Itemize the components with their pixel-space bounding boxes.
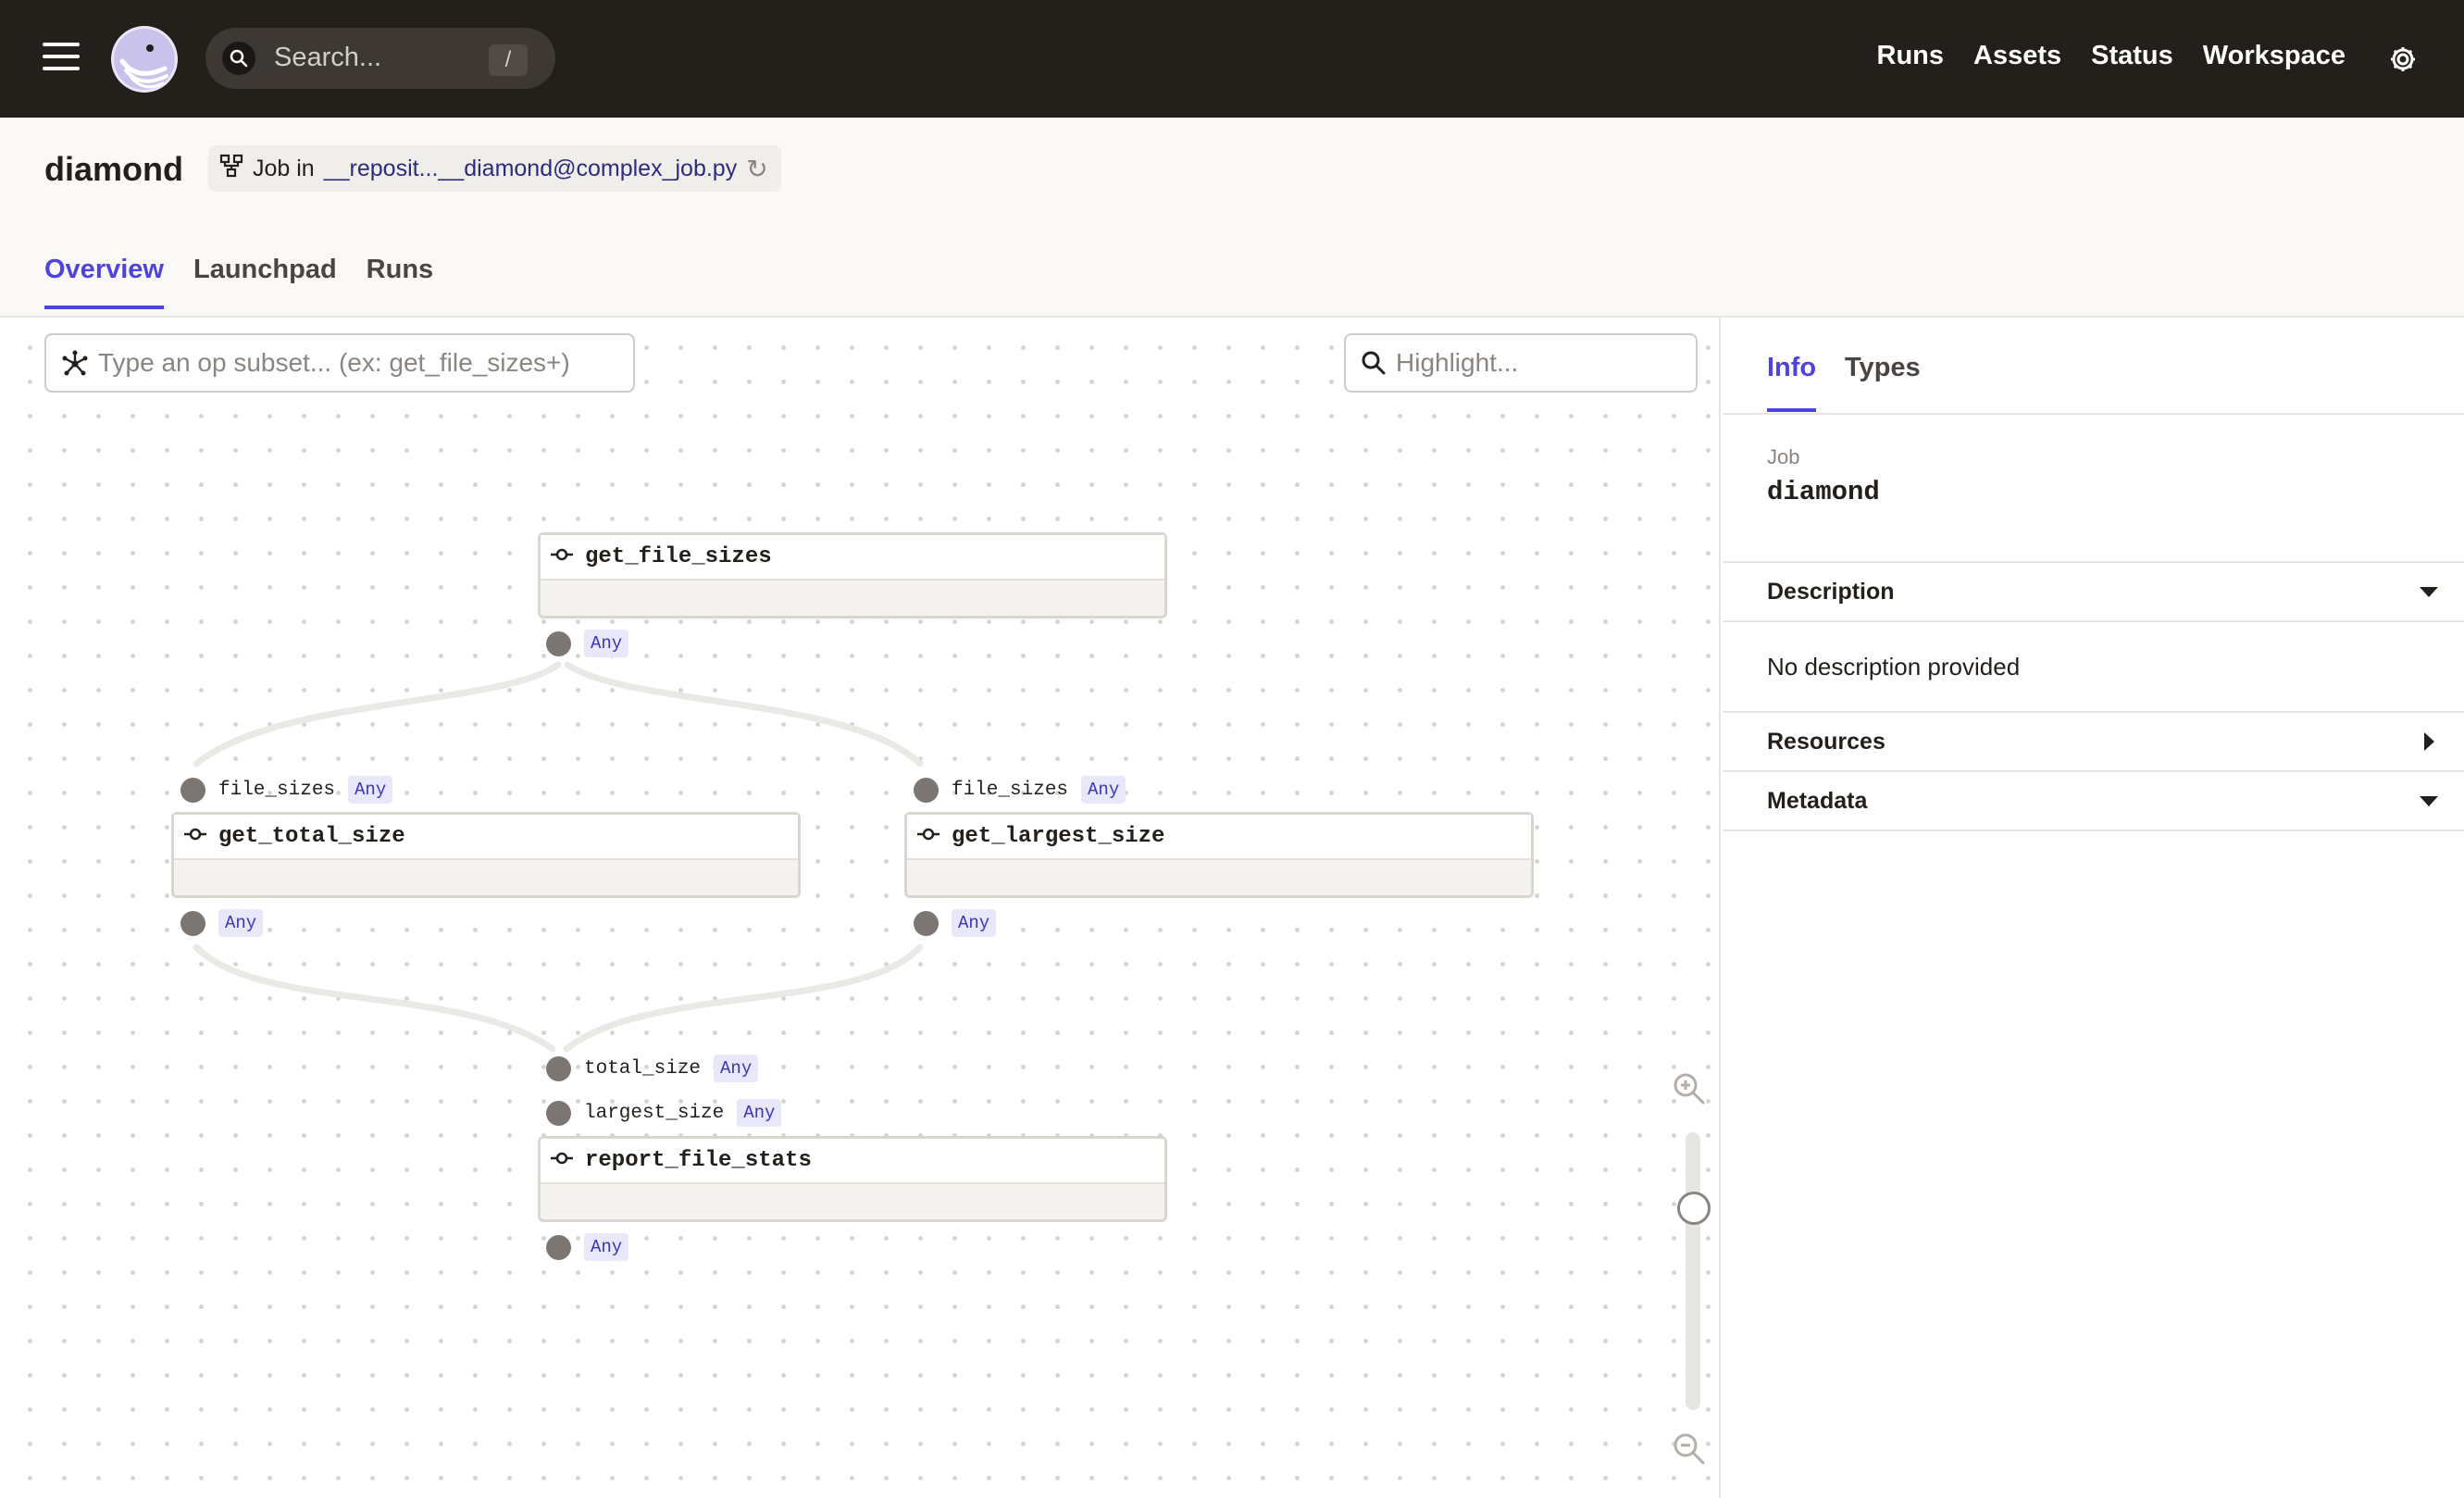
tab-launchpad[interactable]: Launchpad xyxy=(193,255,337,309)
port-dot xyxy=(914,910,939,936)
nav-runs[interactable]: Runs xyxy=(1877,41,1945,71)
type-badge: Any xyxy=(737,1099,782,1127)
port-dot xyxy=(546,1055,571,1081)
port-dot xyxy=(546,1100,571,1126)
tab-info[interactable]: Info xyxy=(1767,353,1817,412)
edge-get-total-size-to-report-file-stats xyxy=(193,943,556,1053)
type-badge: Any xyxy=(952,909,997,937)
reload-icon[interactable]: ↻ xyxy=(746,154,767,184)
op-node-report-file-stats[interactable]: report_file_stats xyxy=(538,1136,1167,1222)
input-port-file-sizes[interactable]: file_sizes Any xyxy=(180,776,393,804)
port-name: largest_size xyxy=(584,1102,725,1124)
port-dot xyxy=(546,630,571,656)
zoom-slider-handle[interactable] xyxy=(1677,1192,1711,1225)
job-name: diamond xyxy=(1767,477,1880,507)
metadata-section-header[interactable]: Metadata xyxy=(1723,772,2464,831)
op-node-get-file-sizes[interactable]: get_file_sizes xyxy=(538,532,1167,618)
search-shortcut-key: / xyxy=(489,44,528,76)
op-name: report_file_stats xyxy=(585,1148,812,1173)
port-name: total_size xyxy=(584,1057,702,1080)
zoom-out-icon[interactable] xyxy=(1672,1431,1707,1467)
side-tabs: Info Types xyxy=(1723,318,2464,415)
global-search[interactable]: Search... / xyxy=(205,28,555,89)
output-port[interactable]: Any xyxy=(546,630,629,657)
top-nav: Search... / Runs Assets Status Workspace xyxy=(0,0,2464,118)
caret-right-icon xyxy=(2424,732,2434,751)
type-badge: Any xyxy=(584,630,629,657)
op-name: get_largest_size xyxy=(952,824,1165,849)
tab-overview[interactable]: Overview xyxy=(44,255,164,309)
port-dot xyxy=(914,777,939,803)
op-name: get_file_sizes xyxy=(585,544,772,569)
job-label: Job xyxy=(1767,445,1800,468)
job-info-panel: Info Types Job diamond Description No de… xyxy=(1723,318,2464,1498)
input-port-largest-size[interactable]: largest_size Any xyxy=(546,1099,782,1127)
search-placeholder: Search... xyxy=(274,43,382,72)
op-name: get_total_size xyxy=(218,824,405,849)
job-prefix: Job in xyxy=(253,155,315,181)
port-name: file_sizes xyxy=(218,779,336,801)
nav-links: Runs Assets Status Workspace xyxy=(1877,41,2346,71)
op-node-header: get_file_sizes xyxy=(541,535,1164,580)
job-graph-icon xyxy=(219,154,243,184)
nav-assets[interactable]: Assets xyxy=(1973,41,2061,71)
op-icon xyxy=(183,828,207,845)
job-summary: Job diamond xyxy=(1723,415,2464,563)
nav-status[interactable]: Status xyxy=(2091,41,2173,71)
edge-get-file-sizes-to-get-total-size xyxy=(193,661,562,768)
output-port[interactable]: Any xyxy=(914,909,997,937)
op-icon xyxy=(550,1152,574,1169)
type-badge: Any xyxy=(218,909,264,937)
description-body: No description provided xyxy=(1723,622,2464,713)
input-port-file-sizes[interactable]: file_sizes Any xyxy=(914,776,1126,804)
input-port-total-size[interactable]: total_size Any xyxy=(546,1055,759,1082)
nav-workspace[interactable]: Workspace xyxy=(2203,41,2346,71)
op-node-header: get_total_size xyxy=(174,815,798,860)
op-icon xyxy=(916,828,940,845)
type-badge: Any xyxy=(348,776,393,804)
port-name: file_sizes xyxy=(952,779,1069,801)
dagster-logo[interactable] xyxy=(109,24,180,94)
caret-down-icon xyxy=(2420,586,2438,597)
op-node-header: get_largest_size xyxy=(907,815,1531,860)
description-section-header[interactable]: Description xyxy=(1723,563,2464,622)
job-location-tag: Job in __reposit...__diamond@complex_job… xyxy=(208,145,781,192)
op-graph-canvas[interactable]: get_file_sizes Any file_sizes Any get_to… xyxy=(0,318,1721,1498)
repository-link[interactable]: __reposit...__diamond@complex_job.py xyxy=(324,156,737,182)
section-title: Metadata xyxy=(1767,787,1868,814)
op-node-get-total-size[interactable]: get_total_size xyxy=(171,812,801,898)
op-icon xyxy=(550,548,574,566)
type-badge: Any xyxy=(1081,776,1126,804)
page-header: diamond Job in __reposit...__diamond@com… xyxy=(0,118,2464,318)
port-dot xyxy=(546,1234,571,1260)
page-title: diamond xyxy=(44,150,183,188)
type-badge: Any xyxy=(714,1055,759,1082)
output-port[interactable]: Any xyxy=(180,909,264,937)
search-icon xyxy=(222,42,255,75)
port-dot xyxy=(180,777,205,803)
op-node-header: report_file_stats xyxy=(541,1139,1164,1184)
edge-get-largest-size-to-report-file-stats xyxy=(563,943,924,1053)
op-node-get-largest-size[interactable]: get_largest_size xyxy=(904,812,1534,898)
tab-runs[interactable]: Runs xyxy=(367,255,434,309)
resources-section-header[interactable]: Resources xyxy=(1723,713,2464,772)
output-port[interactable]: Any xyxy=(546,1233,629,1261)
job-tabs: Overview Launchpad Runs xyxy=(44,255,433,309)
section-title: Resources xyxy=(1767,728,1885,755)
hamburger-menu-icon[interactable] xyxy=(43,43,80,76)
type-badge: Any xyxy=(584,1233,629,1261)
zoom-in-icon[interactable] xyxy=(1672,1071,1707,1106)
caret-down-icon xyxy=(2420,795,2438,806)
graph-edges xyxy=(193,661,924,1053)
port-dot xyxy=(180,910,205,936)
tab-types[interactable]: Types xyxy=(1845,353,1921,408)
section-title: Description xyxy=(1767,578,1895,605)
zoom-slider-track[interactable] xyxy=(1686,1132,1700,1410)
settings-gear-icon[interactable] xyxy=(2388,44,2418,74)
edge-get-file-sizes-to-get-largest-size xyxy=(564,661,924,768)
